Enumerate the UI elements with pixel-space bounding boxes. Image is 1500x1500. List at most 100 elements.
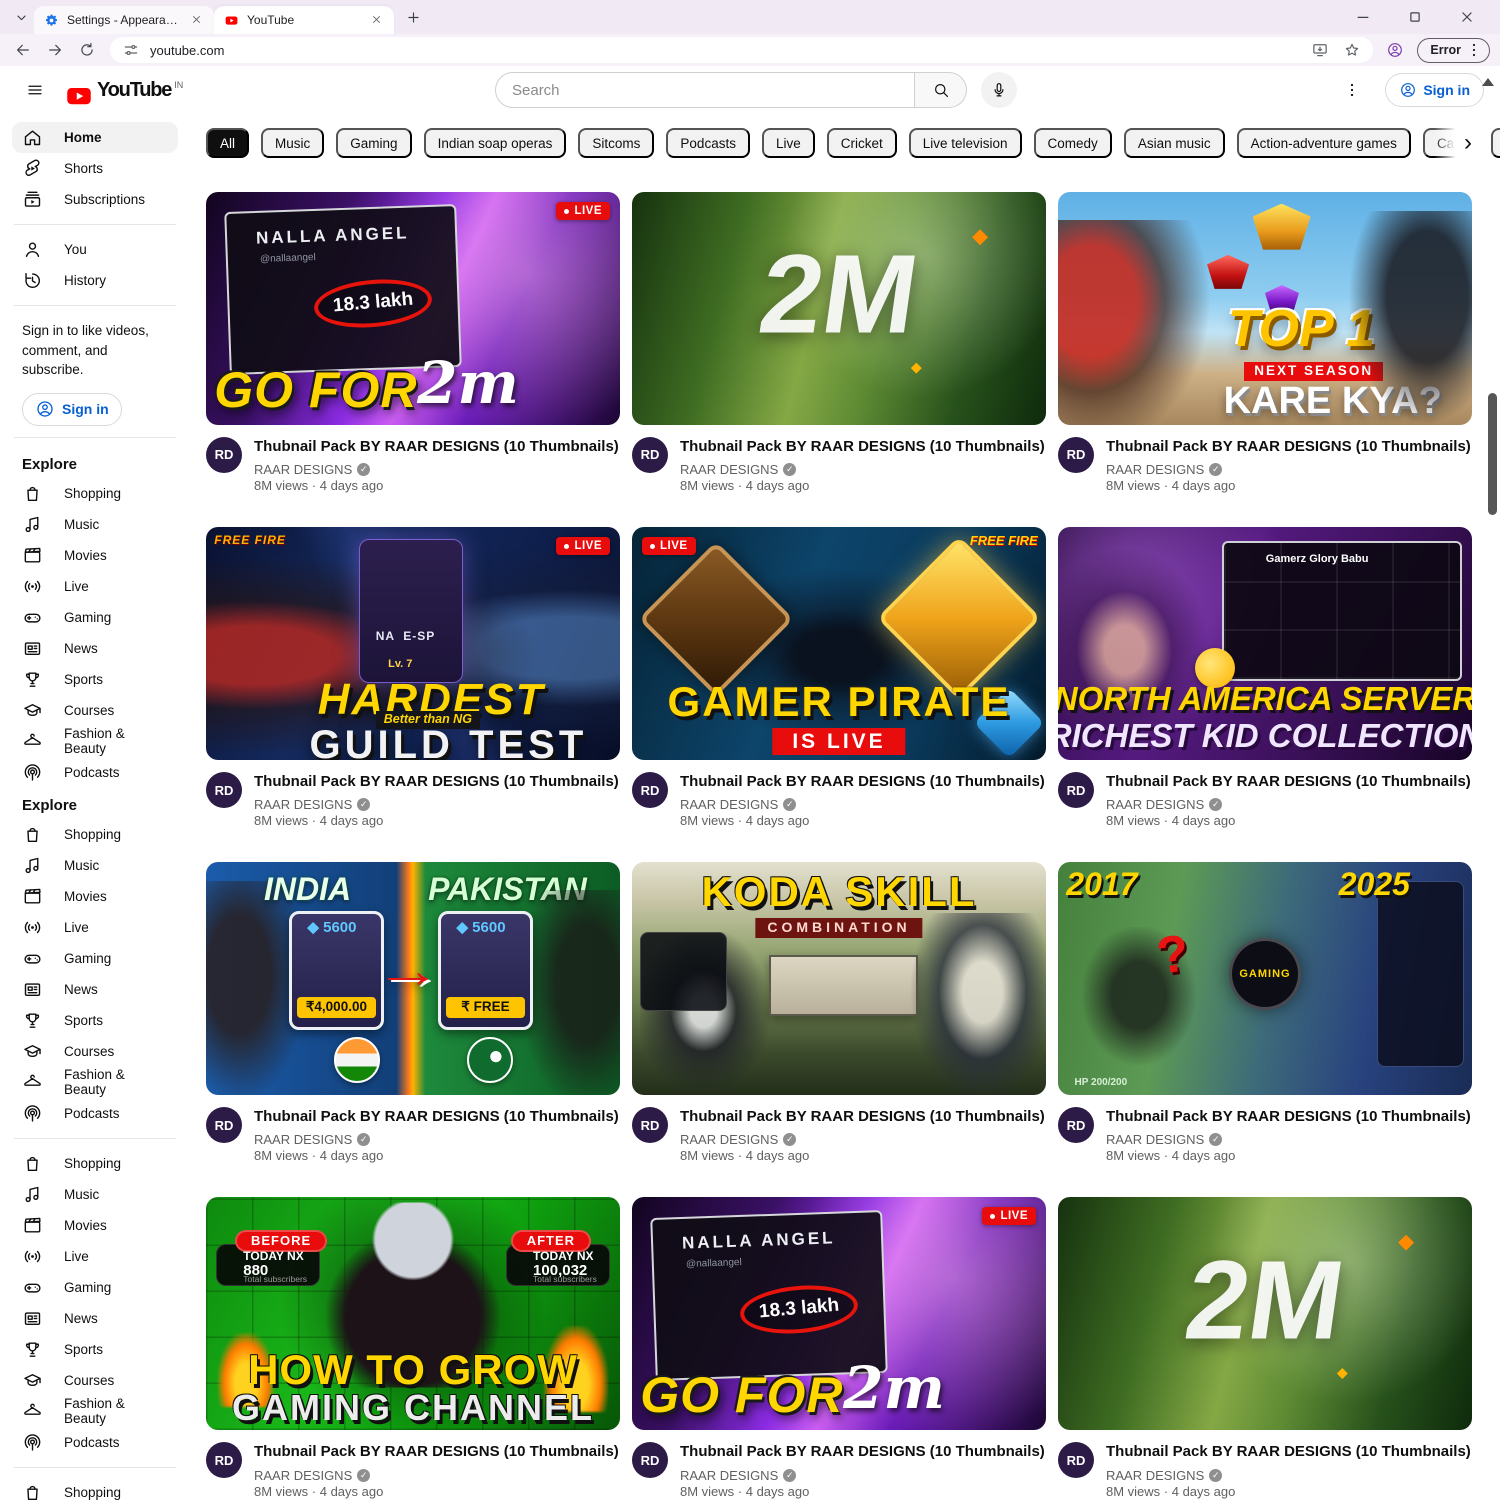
video-title[interactable]: Thubnail Pack BY RAAR DESIGNS (10 Thumbn… <box>254 1442 619 1462</box>
tab-close-icon[interactable] <box>370 13 384 27</box>
scrollbar-up-arrow[interactable] <box>1482 78 1494 86</box>
video-thumbnail-indiapak[interactable]: INDIAPAKISTAN◆ 5600₹4,000.00◆ 5600₹ FREE… <box>206 862 620 1095</box>
sidebar-item-sports[interactable]: Sports <box>12 1005 178 1036</box>
sidebar-item-shopping[interactable]: Shopping <box>12 478 178 509</box>
maximize-button[interactable] <box>1402 4 1428 30</box>
video-title[interactable]: Thubnail Pack BY RAAR DESIGNS (10 Thumbn… <box>1106 1442 1471 1462</box>
sidebar-item-fashion-beauty[interactable]: Fashion & Beauty <box>12 726 178 757</box>
channel-name[interactable]: RAAR DESIGNS <box>254 1468 352 1483</box>
sidebar-item-podcasts[interactable]: Podcasts <box>12 1427 178 1458</box>
sidebar-item-you[interactable]: You <box>12 234 178 265</box>
channel-avatar[interactable]: RD <box>206 1442 242 1478</box>
tab-close-icon[interactable] <box>190 13 204 27</box>
channel-name[interactable]: RAAR DESIGNS <box>1106 797 1204 812</box>
url-text[interactable]: youtube.com <box>150 43 1301 58</box>
sidebar-item-shopping[interactable]: Shopping <box>12 1477 178 1500</box>
sidebar-item-courses[interactable]: Courses <box>12 1036 178 1067</box>
channel-name[interactable]: RAAR DESIGNS <box>254 797 352 812</box>
video-thumbnail-go2m[interactable]: NALLA ANGEL@nallaangel18.3 lakhGO FOR2mL… <box>206 192 620 425</box>
channel-row[interactable]: RAAR DESIGNS✓ <box>680 1468 1045 1483</box>
sidebar-item-courses[interactable]: Courses <box>12 1365 178 1396</box>
video-title[interactable]: Thubnail Pack BY RAAR DESIGNS (10 Thumbn… <box>680 1107 1045 1127</box>
video-title[interactable]: Thubnail Pack BY RAAR DESIGNS (10 Thumbn… <box>680 772 1045 792</box>
sidebar-item-movies[interactable]: Movies <box>12 881 178 912</box>
sidebar-item-movies[interactable]: Movies <box>12 540 178 571</box>
video-thumbnail-richest[interactable]: Gamerz Glory BabuNORTH AMERICA SERVERRIC… <box>1058 527 1472 760</box>
sidebar-item-music[interactable]: Music <box>12 850 178 881</box>
sidebar-item-news[interactable]: News <box>12 1303 178 1334</box>
channel-row[interactable]: RAAR DESIGNS✓ <box>254 1468 619 1483</box>
sidebar-signin-button[interactable]: Sign in <box>22 393 122 426</box>
filter-chip-indian-soap-operas[interactable]: Indian soap operas <box>424 128 567 158</box>
sidebar-item-live[interactable]: Live <box>12 571 178 602</box>
youtube-logo[interactable]: YouTube IN <box>64 79 183 102</box>
signin-button[interactable]: Sign in <box>1385 73 1484 107</box>
video-thumbnail-go2m[interactable]: NALLA ANGEL@nallaangel18.3 lakhGO FOR2mL… <box>632 1197 1046 1430</box>
site-settings-icon[interactable] <box>122 41 140 59</box>
channel-avatar[interactable]: RD <box>206 437 242 473</box>
sidebar-item-sports[interactable]: Sports <box>12 664 178 695</box>
browser-tab-2[interactable]: YouTube <box>214 6 394 34</box>
chips-scroll-right-button[interactable]: › <box>1434 125 1482 161</box>
bookmark-star-icon[interactable] <box>1343 41 1361 59</box>
video-thumbnail-top1[interactable]: TOP 1NEXT SEASONKARE KYA? <box>1058 192 1472 425</box>
channel-avatar[interactable]: RD <box>1058 1442 1094 1478</box>
filter-chip-music[interactable]: Music <box>261 128 324 158</box>
channel-row[interactable]: RAAR DESIGNS✓ <box>680 462 1045 477</box>
channel-row[interactable]: RAAR DESIGNS✓ <box>254 462 619 477</box>
channel-row[interactable]: RAAR DESIGNS✓ <box>680 797 1045 812</box>
filter-chip-comedy[interactable]: Comedy <box>1034 128 1112 158</box>
sidebar-item-fashion-beauty[interactable]: Fashion & Beauty <box>12 1396 178 1427</box>
video-title[interactable]: Thubnail Pack BY RAAR DESIGNS (10 Thumbn… <box>680 1442 1045 1462</box>
sidebar-item-live[interactable]: Live <box>12 912 178 943</box>
install-icon[interactable] <box>1311 41 1329 59</box>
new-tab-button[interactable] <box>400 4 426 30</box>
browser-tab-1[interactable]: Settings - Appearance <box>34 6 214 34</box>
filter-chip-information[interactable]: Information <box>1491 128 1500 158</box>
video-title[interactable]: Thubnail Pack BY RAAR DESIGNS (10 Thumbn… <box>254 772 619 792</box>
channel-name[interactable]: RAAR DESIGNS <box>1106 1132 1204 1147</box>
sidebar-item-live[interactable]: Live <box>12 1241 178 1272</box>
channel-name[interactable]: RAAR DESIGNS <box>680 1468 778 1483</box>
filter-chip-sitcoms[interactable]: Sitcoms <box>578 128 654 158</box>
sidebar-item-gaming[interactable]: Gaming <box>12 943 178 974</box>
sidebar-item-movies[interactable]: Movies <box>12 1210 178 1241</box>
video-thumbnail-koda[interactable]: KODA SKILLCOMBINATION <box>632 862 1046 1095</box>
sidebar-item-news[interactable]: News <box>12 974 178 1005</box>
channel-name[interactable]: RAAR DESIGNS <box>254 1132 352 1147</box>
video-thumbnail-peacock[interactable]: 2M <box>632 192 1046 425</box>
browser-error-button[interactable]: Error <box>1417 38 1490 63</box>
video-title[interactable]: Thubnail Pack BY RAAR DESIGNS (10 Thumbn… <box>1106 772 1471 792</box>
channel-row[interactable]: RAAR DESIGNS✓ <box>1106 1132 1471 1147</box>
browser-menu-icon[interactable] <box>1465 41 1483 59</box>
video-title[interactable]: Thubnail Pack BY RAAR DESIGNS (10 Thumbn… <box>254 437 619 457</box>
browser-profile-icon[interactable] <box>1383 38 1407 62</box>
video-title[interactable]: Thubnail Pack BY RAAR DESIGNS (10 Thumbn… <box>254 1107 619 1127</box>
sidebar-item-home[interactable]: Home <box>12 122 178 153</box>
channel-avatar[interactable]: RD <box>1058 772 1094 808</box>
scrollbar-thumb[interactable] <box>1488 393 1497 515</box>
back-button[interactable] <box>10 37 36 63</box>
channel-avatar[interactable]: RD <box>206 1107 242 1143</box>
sidebar-item-music[interactable]: Music <box>12 509 178 540</box>
channel-avatar[interactable]: RD <box>632 437 668 473</box>
address-bar[interactable]: youtube.com <box>110 37 1373 63</box>
guide-menu-button[interactable] <box>16 71 54 109</box>
sidebar-item-fashion-beauty[interactable]: Fashion & Beauty <box>12 1067 178 1098</box>
reload-button[interactable] <box>74 37 100 63</box>
sidebar-item-gaming[interactable]: Gaming <box>12 602 178 633</box>
sidebar-item-podcasts[interactable]: Podcasts <box>12 1098 178 1129</box>
channel-row[interactable]: RAAR DESIGNS✓ <box>1106 1468 1471 1483</box>
channel-row[interactable]: RAAR DESIGNS✓ <box>254 797 619 812</box>
forward-button[interactable] <box>42 37 68 63</box>
filter-chip-live-television[interactable]: Live television <box>909 128 1022 158</box>
video-title[interactable]: Thubnail Pack BY RAAR DESIGNS (10 Thumbn… <box>680 437 1045 457</box>
channel-avatar[interactable]: RD <box>1058 1107 1094 1143</box>
filter-chip-asian-music[interactable]: Asian music <box>1124 128 1225 158</box>
search-button[interactable] <box>915 72 967 108</box>
channel-row[interactable]: RAAR DESIGNS✓ <box>254 1132 619 1147</box>
channel-name[interactable]: RAAR DESIGNS <box>680 462 778 477</box>
channel-name[interactable]: RAAR DESIGNS <box>254 462 352 477</box>
sidebar-item-courses[interactable]: Courses <box>12 695 178 726</box>
video-title[interactable]: Thubnail Pack BY RAAR DESIGNS (10 Thumbn… <box>1106 1107 1471 1127</box>
